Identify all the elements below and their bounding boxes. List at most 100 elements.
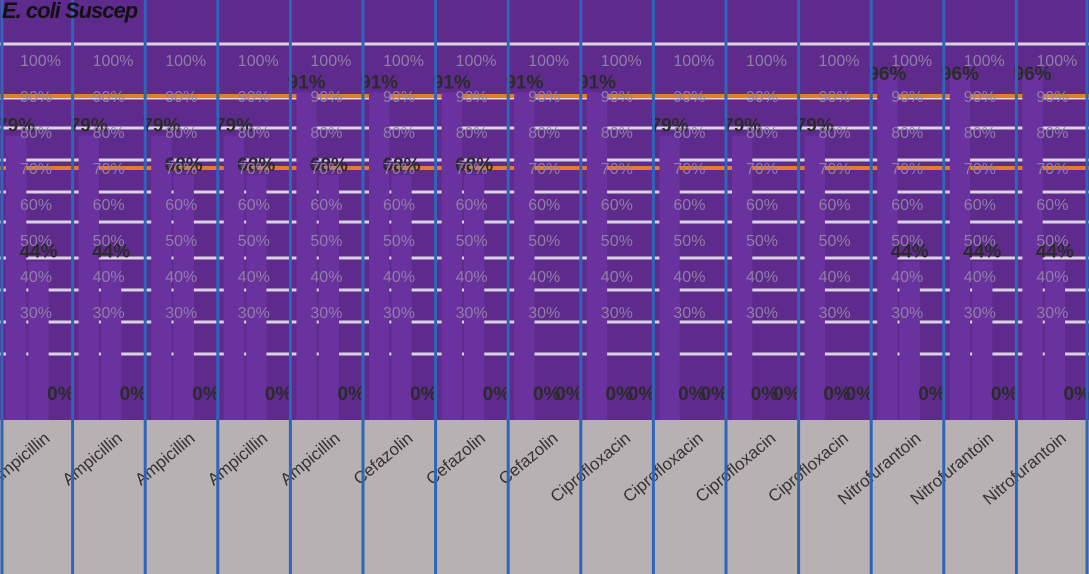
y-tick-label-p0-4: 70% [20,161,52,178]
y-tick-label-p12-3: 60% [891,197,923,214]
y-tick-label-p3-1: 40% [238,269,270,286]
y-tick-label-p11-5: 80% [819,125,851,142]
y-tick-label-p4-3: 60% [310,197,342,214]
y-tick-label-p8-4: 70% [601,161,633,178]
y-tick-label-p8-5: 80% [601,125,633,142]
data-label-s2-c12: 0% [918,384,946,405]
y-tick-label-p6-6: 90% [456,89,488,106]
y-tick-label-p0-2: 50% [20,233,52,250]
y-tick-label-p6-5: 80% [456,125,488,142]
y-tick-label-p2-7: 100% [165,53,206,70]
y-tick-label-p0-6: 90% [20,89,52,106]
y-tick-label-p10-0: 30% [746,305,778,322]
y-tick-label-p11-6: 90% [819,89,851,106]
y-tick-label-p3-0: 30% [238,305,270,322]
y-tick-label-p1-5: 80% [93,125,125,142]
y-tick-label-p1-4: 70% [93,161,125,178]
y-tick-label-p13-7: 100% [964,53,1005,70]
y-tick-label-p8-0: 30% [601,305,633,322]
y-tick-label-p10-1: 40% [746,269,778,286]
y-tick-label-p6-0: 30% [456,305,488,322]
data-label-s2-c2: 0% [192,384,220,405]
y-tick-label-p13-4: 70% [964,161,996,178]
data-label-s2-c10: 0% [773,384,801,405]
y-tick-label-p7-7: 100% [528,53,569,70]
y-tick-label-p0-1: 40% [20,269,52,286]
y-tick-label-p9-2: 50% [673,233,705,250]
y-tick-label-p10-7: 100% [746,53,787,70]
y-tick-label-p4-2: 50% [310,233,342,250]
y-tick-label-p1-0: 30% [93,305,125,322]
y-tick-label-p11-7: 100% [819,53,860,70]
y-tick-label-p11-1: 40% [819,269,851,286]
data-label-s2-c3: 0% [265,384,293,405]
y-tick-label-p8-3: 60% [601,197,633,214]
y-tick-label-p2-3: 60% [165,197,197,214]
y-tick-label-p5-5: 80% [383,125,415,142]
y-tick-label-p12-1: 40% [891,269,923,286]
y-tick-label-p12-2: 50% [891,233,923,250]
y-tick-label-p5-3: 60% [383,197,415,214]
y-tick-label-p7-4: 70% [528,161,560,178]
y-tick-label-p4-6: 90% [310,89,342,106]
y-tick-label-p1-2: 50% [93,233,125,250]
y-tick-label-p3-7: 100% [238,53,279,70]
y-tick-label-p12-7: 100% [891,53,932,70]
y-tick-label-p6-3: 60% [456,197,488,214]
y-tick-label-p1-7: 100% [93,53,134,70]
y-tick-label-p2-5: 80% [165,125,197,142]
y-tick-label-p10-6: 90% [746,89,778,106]
y-tick-label-p4-4: 70% [310,161,342,178]
chart-canvas: 79% 79% 79% 79% 91% 91% 91% 91% 91% 79% 79% 79% 96% 9… [0,0,1089,574]
y-tick-label-p11-0: 30% [819,305,851,322]
y-tick-label-p14-5: 80% [1036,125,1068,142]
data-label-s2-c4: 0% [337,384,365,405]
y-tick-label-p5-7: 100% [383,53,424,70]
y-tick-label-p4-0: 30% [310,305,342,322]
y-tick-label-p8-6: 90% [601,89,633,106]
data-label-s2-c14: 0% [1063,384,1089,405]
y-tick-label-p7-5: 80% [528,125,560,142]
y-tick-label-p5-1: 40% [383,269,415,286]
y-tick-label-p7-2: 50% [528,233,560,250]
y-tick-label-p2-6: 90% [165,89,197,106]
y-tick-label-p9-5: 80% [673,125,705,142]
y-tick-label-p13-0: 30% [964,305,996,322]
data-label-s2-c7: 0% [555,384,583,405]
y-tick-label-p12-6: 90% [891,89,923,106]
y-tick-label-p6-1: 40% [456,269,488,286]
y-tick-label-p13-5: 80% [964,125,996,142]
data-label-s2-c1: 0% [120,384,148,405]
data-label-s2-c6: 0% [483,384,511,405]
y-tick-label-p5-6: 90% [383,89,415,106]
y-tick-label-p3-6: 90% [238,89,270,106]
y-tick-label-p1-3: 60% [93,197,125,214]
y-tick-label-p3-4: 70% [238,161,270,178]
data-label-s2-c9: 0% [700,384,728,405]
y-tick-label-p7-6: 90% [528,89,560,106]
y-tick-label-p3-2: 50% [238,233,270,250]
y-tick-label-p5-2: 50% [383,233,415,250]
y-tick-label-p14-1: 40% [1036,269,1068,286]
y-tick-label-p9-7: 100% [673,53,714,70]
y-tick-label-p0-3: 60% [20,197,52,214]
y-tick-label-p0-7: 100% [20,53,61,70]
y-tick-label-p13-3: 60% [964,197,996,214]
y-tick-label-p14-2: 50% [1036,233,1068,250]
y-tick-label-p7-0: 30% [528,305,560,322]
y-tick-label-p9-6: 90% [673,89,705,106]
y-tick-label-p1-6: 90% [93,89,125,106]
y-tick-label-p7-3: 60% [528,197,560,214]
y-tick-label-p14-6: 90% [1036,89,1068,106]
y-tick-label-p8-1: 40% [601,269,633,286]
y-tick-label-p14-3: 60% [1036,197,1068,214]
y-tick-label-p4-1: 40% [310,269,342,286]
y-tick-label-p10-3: 60% [746,197,778,214]
y-tick-label-p9-3: 60% [673,197,705,214]
y-tick-label-p0-0: 30% [20,305,52,322]
y-tick-label-p2-0: 30% [165,305,197,322]
y-tick-label-p2-1: 40% [165,269,197,286]
y-tick-label-p4-5: 80% [310,125,342,142]
y-tick-label-p0-5: 80% [20,125,52,142]
y-tick-label-p13-6: 90% [964,89,996,106]
